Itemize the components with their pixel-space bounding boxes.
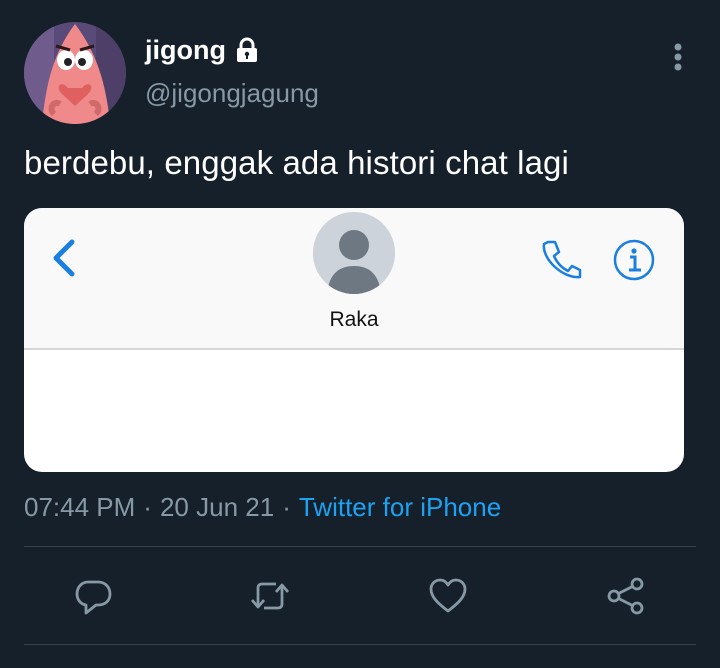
divider-bottom [24, 644, 696, 645]
chevron-left-icon [46, 236, 82, 280]
info-icon [612, 238, 656, 282]
meta-separator: · [143, 492, 152, 522]
tweet-action-bar [0, 566, 720, 626]
author-display-name[interactable]: jigong [145, 35, 226, 66]
lock-icon [234, 37, 260, 63]
divider-top [24, 546, 696, 547]
author-handle[interactable]: @jigongjagung [145, 78, 319, 109]
tweet-time: 07:44 PM [24, 492, 136, 522]
tweet-text: berdebu, enggak ada histori chat lagi [24, 144, 569, 181]
contact-name: Raka [329, 308, 379, 331]
tweet-source-link[interactable]: Twitter for iPhone [299, 492, 501, 523]
tweet-media-image[interactable]: Raka [24, 208, 684, 472]
phone-icon [540, 238, 582, 280]
patrick-star-avatar-icon [24, 22, 126, 124]
author-name-row[interactable]: jigong [145, 32, 260, 68]
messages-header: Raka [24, 208, 684, 350]
tweet-date: 20 Jun 21 [159, 492, 275, 522]
author-avatar[interactable] [24, 22, 126, 124]
person-icon [313, 212, 395, 294]
reply-icon[interactable] [74, 576, 114, 616]
heart-icon[interactable] [428, 576, 468, 616]
contact-avatar [313, 212, 395, 294]
tweet-meta: 07:44 PM · 20 Jun 21 · Twitter for iPhon… [24, 492, 501, 523]
meta-separator-2: · [282, 492, 291, 522]
retweet-icon[interactable] [250, 576, 290, 616]
more-options-icon[interactable] [664, 40, 692, 74]
share-icon[interactable] [606, 576, 646, 616]
